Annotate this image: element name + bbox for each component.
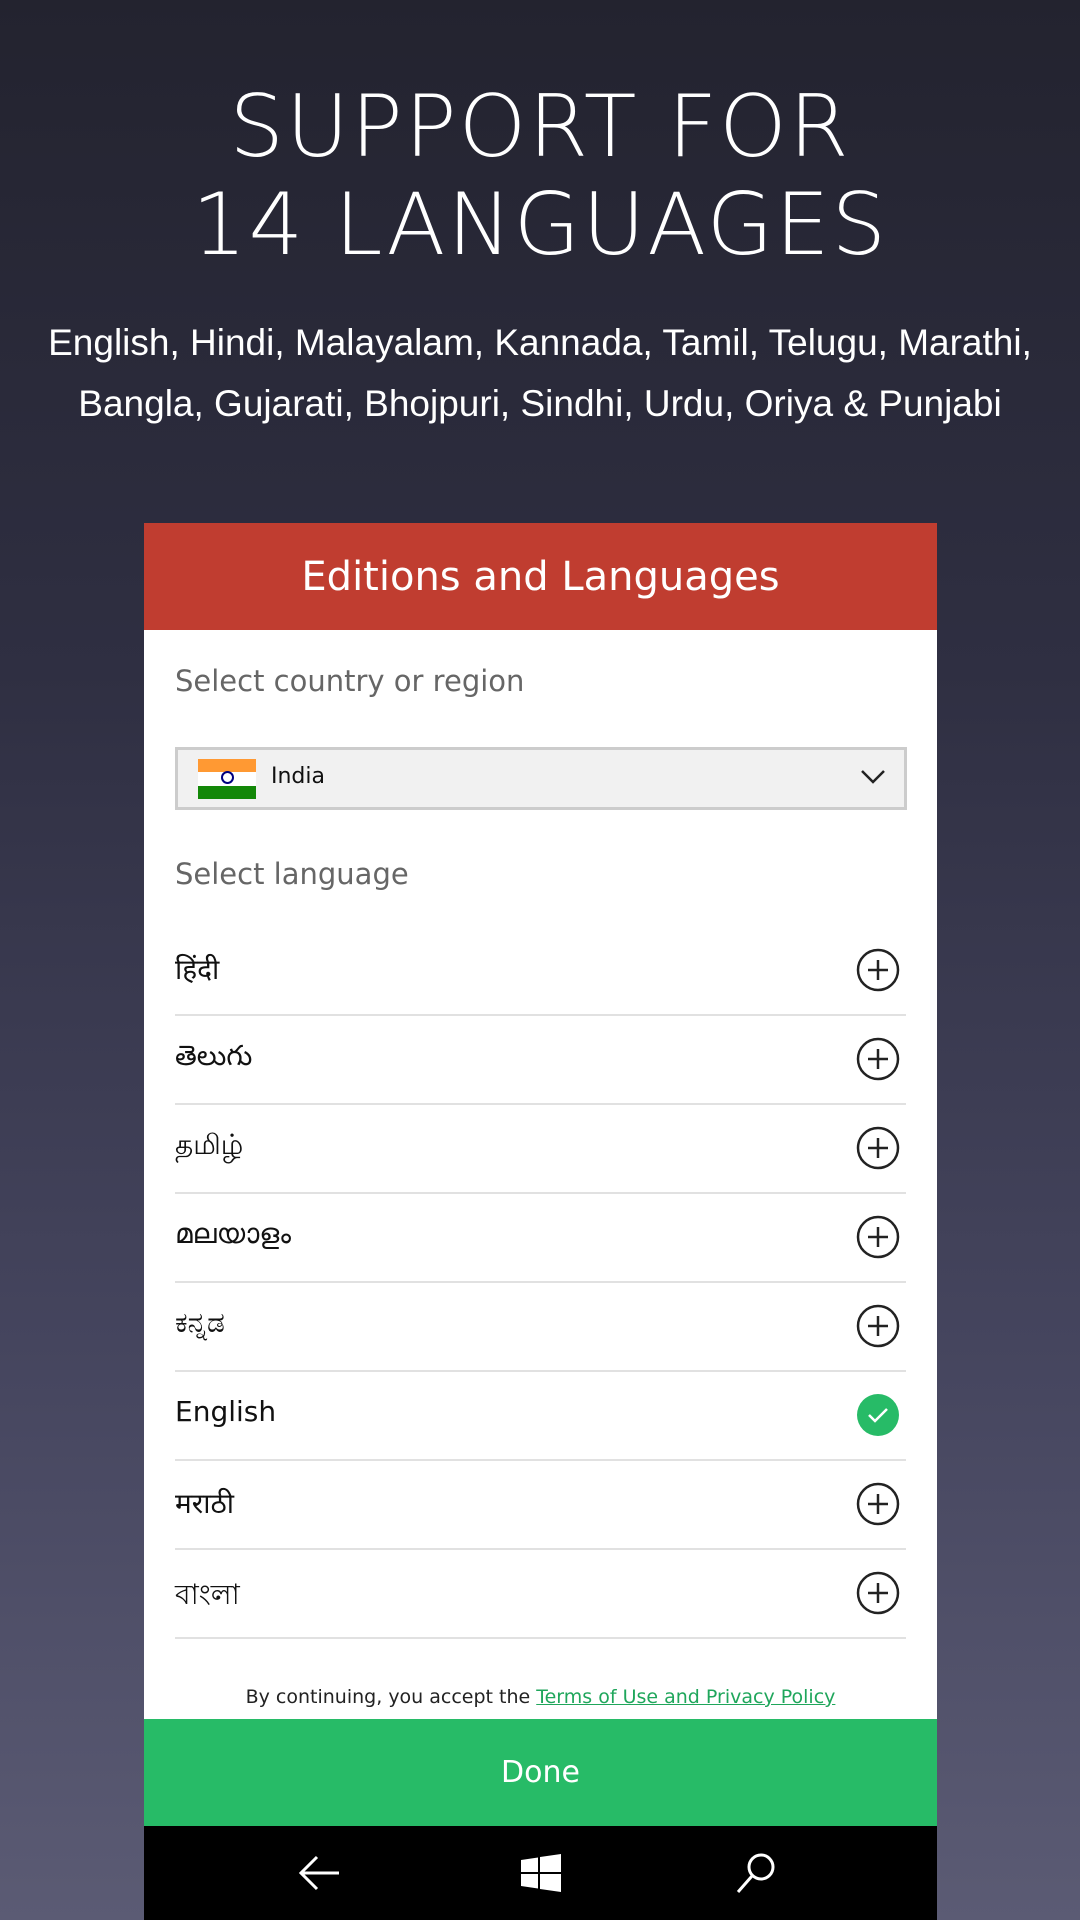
languages-line-1: English, Hindi, Malayalam, Kannada, Tami… (48, 322, 1032, 363)
language-label-text: മലയാളം (175, 1217, 292, 1250)
language-label-text: ಕನ್ನಡ (175, 1306, 225, 1339)
language-label: Select language (175, 857, 409, 891)
language-label-text: தமிழ் (175, 1128, 244, 1161)
language-row[interactable]: हिंदी (175, 926, 906, 1016)
language-row[interactable]: ಕನ್ನಡ (175, 1282, 906, 1372)
language-row[interactable]: മലയാളം (175, 1193, 906, 1283)
india-flag-icon (198, 759, 256, 799)
add-circle-icon[interactable] (856, 948, 900, 992)
language-row[interactable]: বাংলা (175, 1549, 906, 1639)
language-row[interactable]: తెలుగు (175, 1015, 906, 1105)
promo-headline: SUPPORT FOR 14 LANGUAGES (0, 78, 1080, 274)
language-row[interactable]: English (175, 1371, 906, 1461)
terms-prefix: By continuing, you accept the (245, 1686, 531, 1708)
language-row[interactable]: मराठी (175, 1460, 906, 1550)
language-row[interactable]: தமிழ் (175, 1104, 906, 1194)
back-arrow-icon[interactable] (295, 1848, 345, 1898)
search-icon[interactable] (732, 1848, 782, 1898)
add-circle-icon[interactable] (856, 1304, 900, 1348)
system-navbar (144, 1826, 937, 1920)
add-circle-icon[interactable] (856, 1037, 900, 1081)
languages-line-2: Bangla, Gujarati, Bhojpuri, Sindhi, Urdu… (78, 383, 1002, 424)
checkmark-circle-icon[interactable] (856, 1393, 900, 1437)
language-label-text: मराठी (175, 1487, 234, 1520)
headline-line-1: SUPPORT FOR (229, 77, 851, 177)
language-label-text: हिंदी (175, 953, 220, 986)
editions-dialog: Editions and Languages Select country or… (144, 523, 937, 1920)
promo-languages: English, Hindi, Malayalam, Kannada, Tami… (40, 312, 1040, 434)
done-button[interactable]: Done (144, 1719, 937, 1826)
terms-link[interactable]: Terms of Use and Privacy Policy (536, 1686, 835, 1708)
add-circle-icon[interactable] (856, 1571, 900, 1615)
chevron-down-icon (861, 770, 885, 784)
headline-line-2: 14 LANGUAGES (191, 175, 889, 275)
language-label-text: English (175, 1395, 277, 1428)
country-label: Select country or region (175, 664, 525, 698)
add-circle-icon[interactable] (856, 1482, 900, 1526)
dialog-title: Editions and Languages (144, 523, 937, 630)
language-label-text: বাংলা (175, 1578, 240, 1611)
country-dropdown[interactable]: India (175, 747, 907, 810)
add-circle-icon[interactable] (856, 1126, 900, 1170)
language-label-text: తెలుగు (175, 1039, 253, 1072)
add-circle-icon[interactable] (856, 1215, 900, 1259)
windows-logo-icon[interactable] (516, 1848, 566, 1898)
country-value: India (271, 764, 325, 789)
